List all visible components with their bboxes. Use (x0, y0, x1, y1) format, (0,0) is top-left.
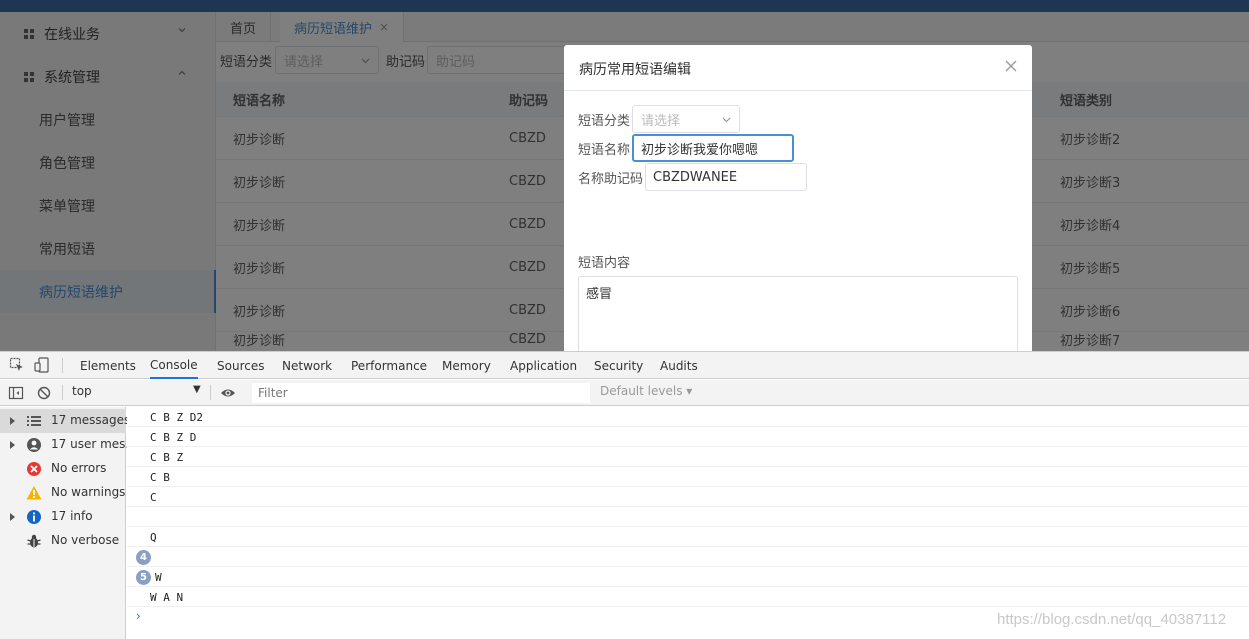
devtools-tab-performance[interactable]: Performance (351, 352, 427, 379)
console-message[interactable]: C B (127, 467, 1249, 487)
dialog-category-label: 短语分类 (578, 114, 631, 129)
devtools-tab-memory[interactable]: Memory (442, 352, 491, 379)
console-message[interactable]: C (127, 487, 1249, 507)
devtools-tab-audits[interactable]: Audits (660, 352, 698, 379)
repeat-count-badge: 5 (136, 570, 151, 585)
message-text: Q (150, 531, 157, 544)
error-icon (27, 462, 41, 476)
console-message[interactable]: C B Z D (127, 427, 1249, 447)
message-text: C B (150, 471, 170, 484)
message-text: C B Z (150, 451, 184, 464)
devtools-tab-bar: Elements Console Sources Network Perform… (0, 352, 1249, 379)
dialog-mnemonic-label: 名称助记码 (578, 172, 644, 187)
message-text: C (150, 491, 157, 504)
toolbar-separator (62, 385, 63, 400)
dialog-name-label: 短语名称 (578, 143, 631, 158)
inspect-element-icon[interactable] (9, 357, 25, 373)
console-message[interactable] (127, 507, 1249, 527)
console-message[interactable]: C B Z (127, 447, 1249, 467)
warning-icon (26, 486, 42, 500)
sidebar-label: No verbose (51, 533, 120, 547)
console-filter-input[interactable]: Filter (252, 383, 590, 403)
info-icon (27, 510, 41, 524)
dialog-content-textarea[interactable]: 感冒 (578, 276, 1018, 351)
expand-arrow-icon[interactable] (10, 441, 15, 449)
devtools-tab-sources[interactable]: Sources (217, 352, 264, 379)
sidebar-errors[interactable]: No errors (0, 457, 126, 481)
message-text: W A N (150, 591, 184, 604)
watermark: https://blog.csdn.net/qq_40387112 (997, 611, 1227, 628)
console-message[interactable]: 5 W (127, 567, 1249, 587)
live-expression-eye-icon[interactable] (220, 385, 236, 401)
toolbar-separator (62, 358, 63, 373)
console-message[interactable]: Q (127, 527, 1249, 547)
sidebar-label: 17 messages (51, 413, 131, 427)
clear-console-icon[interactable] (36, 385, 52, 401)
devtools-tab-application[interactable]: Application (510, 352, 577, 379)
devtools-tab-network[interactable]: Network (282, 352, 332, 379)
context-select[interactable]: top (72, 384, 92, 398)
sidebar-verbose[interactable]: No verbose (0, 529, 126, 553)
repeat-count-badge: 4 (136, 550, 151, 565)
close-icon[interactable] (1004, 59, 1018, 73)
message-text: W (155, 571, 162, 584)
expand-arrow-icon[interactable] (10, 417, 15, 425)
input-value: CBZDWANEE (653, 169, 738, 185)
console-sidebar: 17 messages 17 user mes... No errors No … (0, 407, 137, 639)
sidebar-warnings[interactable]: No warnings (0, 481, 126, 505)
message-text: C B Z D (150, 431, 197, 444)
expand-arrow-icon[interactable] (10, 513, 15, 521)
list-icon (27, 416, 41, 426)
chevron-down-icon (722, 117, 731, 123)
input-value: 初步诊断我爱你嗯嗯 (641, 142, 759, 158)
sidebar-label: No warnings (51, 485, 126, 499)
input-placeholder: Filter (258, 386, 288, 400)
textarea-value: 感冒 (586, 287, 613, 302)
dialog-content-label: 短语内容 (578, 256, 631, 271)
sidebar-label: No errors (51, 461, 107, 475)
devtools-panel: Elements Console Sources Network Perform… (0, 351, 1249, 639)
dialog-category-select[interactable]: 请选择 (632, 105, 740, 133)
devtools-tab-elements[interactable]: Elements (80, 352, 136, 379)
context-dropdown-icon[interactable]: ▼ (193, 384, 201, 395)
sidebar-label: 17 info (51, 509, 93, 523)
log-levels-dropdown[interactable]: Default levels ▾ (600, 384, 692, 398)
app-window: 在线业务 系统管理 用户管理 角色管理 菜单管理 常用短语 病历短语维护 首页 … (0, 0, 1249, 351)
console-message[interactable]: W A N (127, 587, 1249, 607)
console-toolbar: top ▼ Filter Default levels ▾ (0, 380, 1249, 406)
devtools-tab-console[interactable]: Console (150, 352, 198, 379)
console-message[interactable]: C B Z D2 (127, 407, 1249, 427)
console-prompt-icon[interactable]: › (136, 609, 141, 623)
sidebar-label: 17 user mes... (51, 437, 137, 451)
phrase-edit-dialog: 病历常用短语编辑 短语分类 请选择 短语名称 初步诊断我爱你嗯嗯 名称助记码 C… (564, 45, 1032, 351)
dialog-divider (564, 90, 1032, 91)
toggle-sidebar-icon[interactable] (8, 385, 24, 401)
select-placeholder: 请选择 (641, 113, 681, 129)
sidebar-info[interactable]: 17 info (0, 505, 126, 529)
toolbar-separator (210, 385, 211, 400)
devtools-tab-security[interactable]: Security (594, 352, 643, 379)
dialog-mnemonic-input[interactable]: CBZDWANEE (645, 163, 807, 191)
user-icon (27, 438, 41, 452)
device-toolbar-icon[interactable] (34, 357, 50, 373)
dialog-name-input[interactable]: 初步诊断我爱你嗯嗯 (632, 134, 794, 162)
sidebar-messages[interactable]: 17 messages (0, 409, 130, 433)
dialog-title: 病历常用短语编辑 (579, 62, 691, 78)
sidebar-user-messages[interactable]: 17 user mes... (0, 433, 137, 457)
console-output: C B Z D2 C B Z D C B Z C B C Q 4 5 W W A… (127, 407, 1249, 639)
message-text: C B Z D2 (150, 411, 203, 424)
bug-icon (27, 534, 41, 548)
console-message[interactable]: 4 (127, 547, 1249, 567)
